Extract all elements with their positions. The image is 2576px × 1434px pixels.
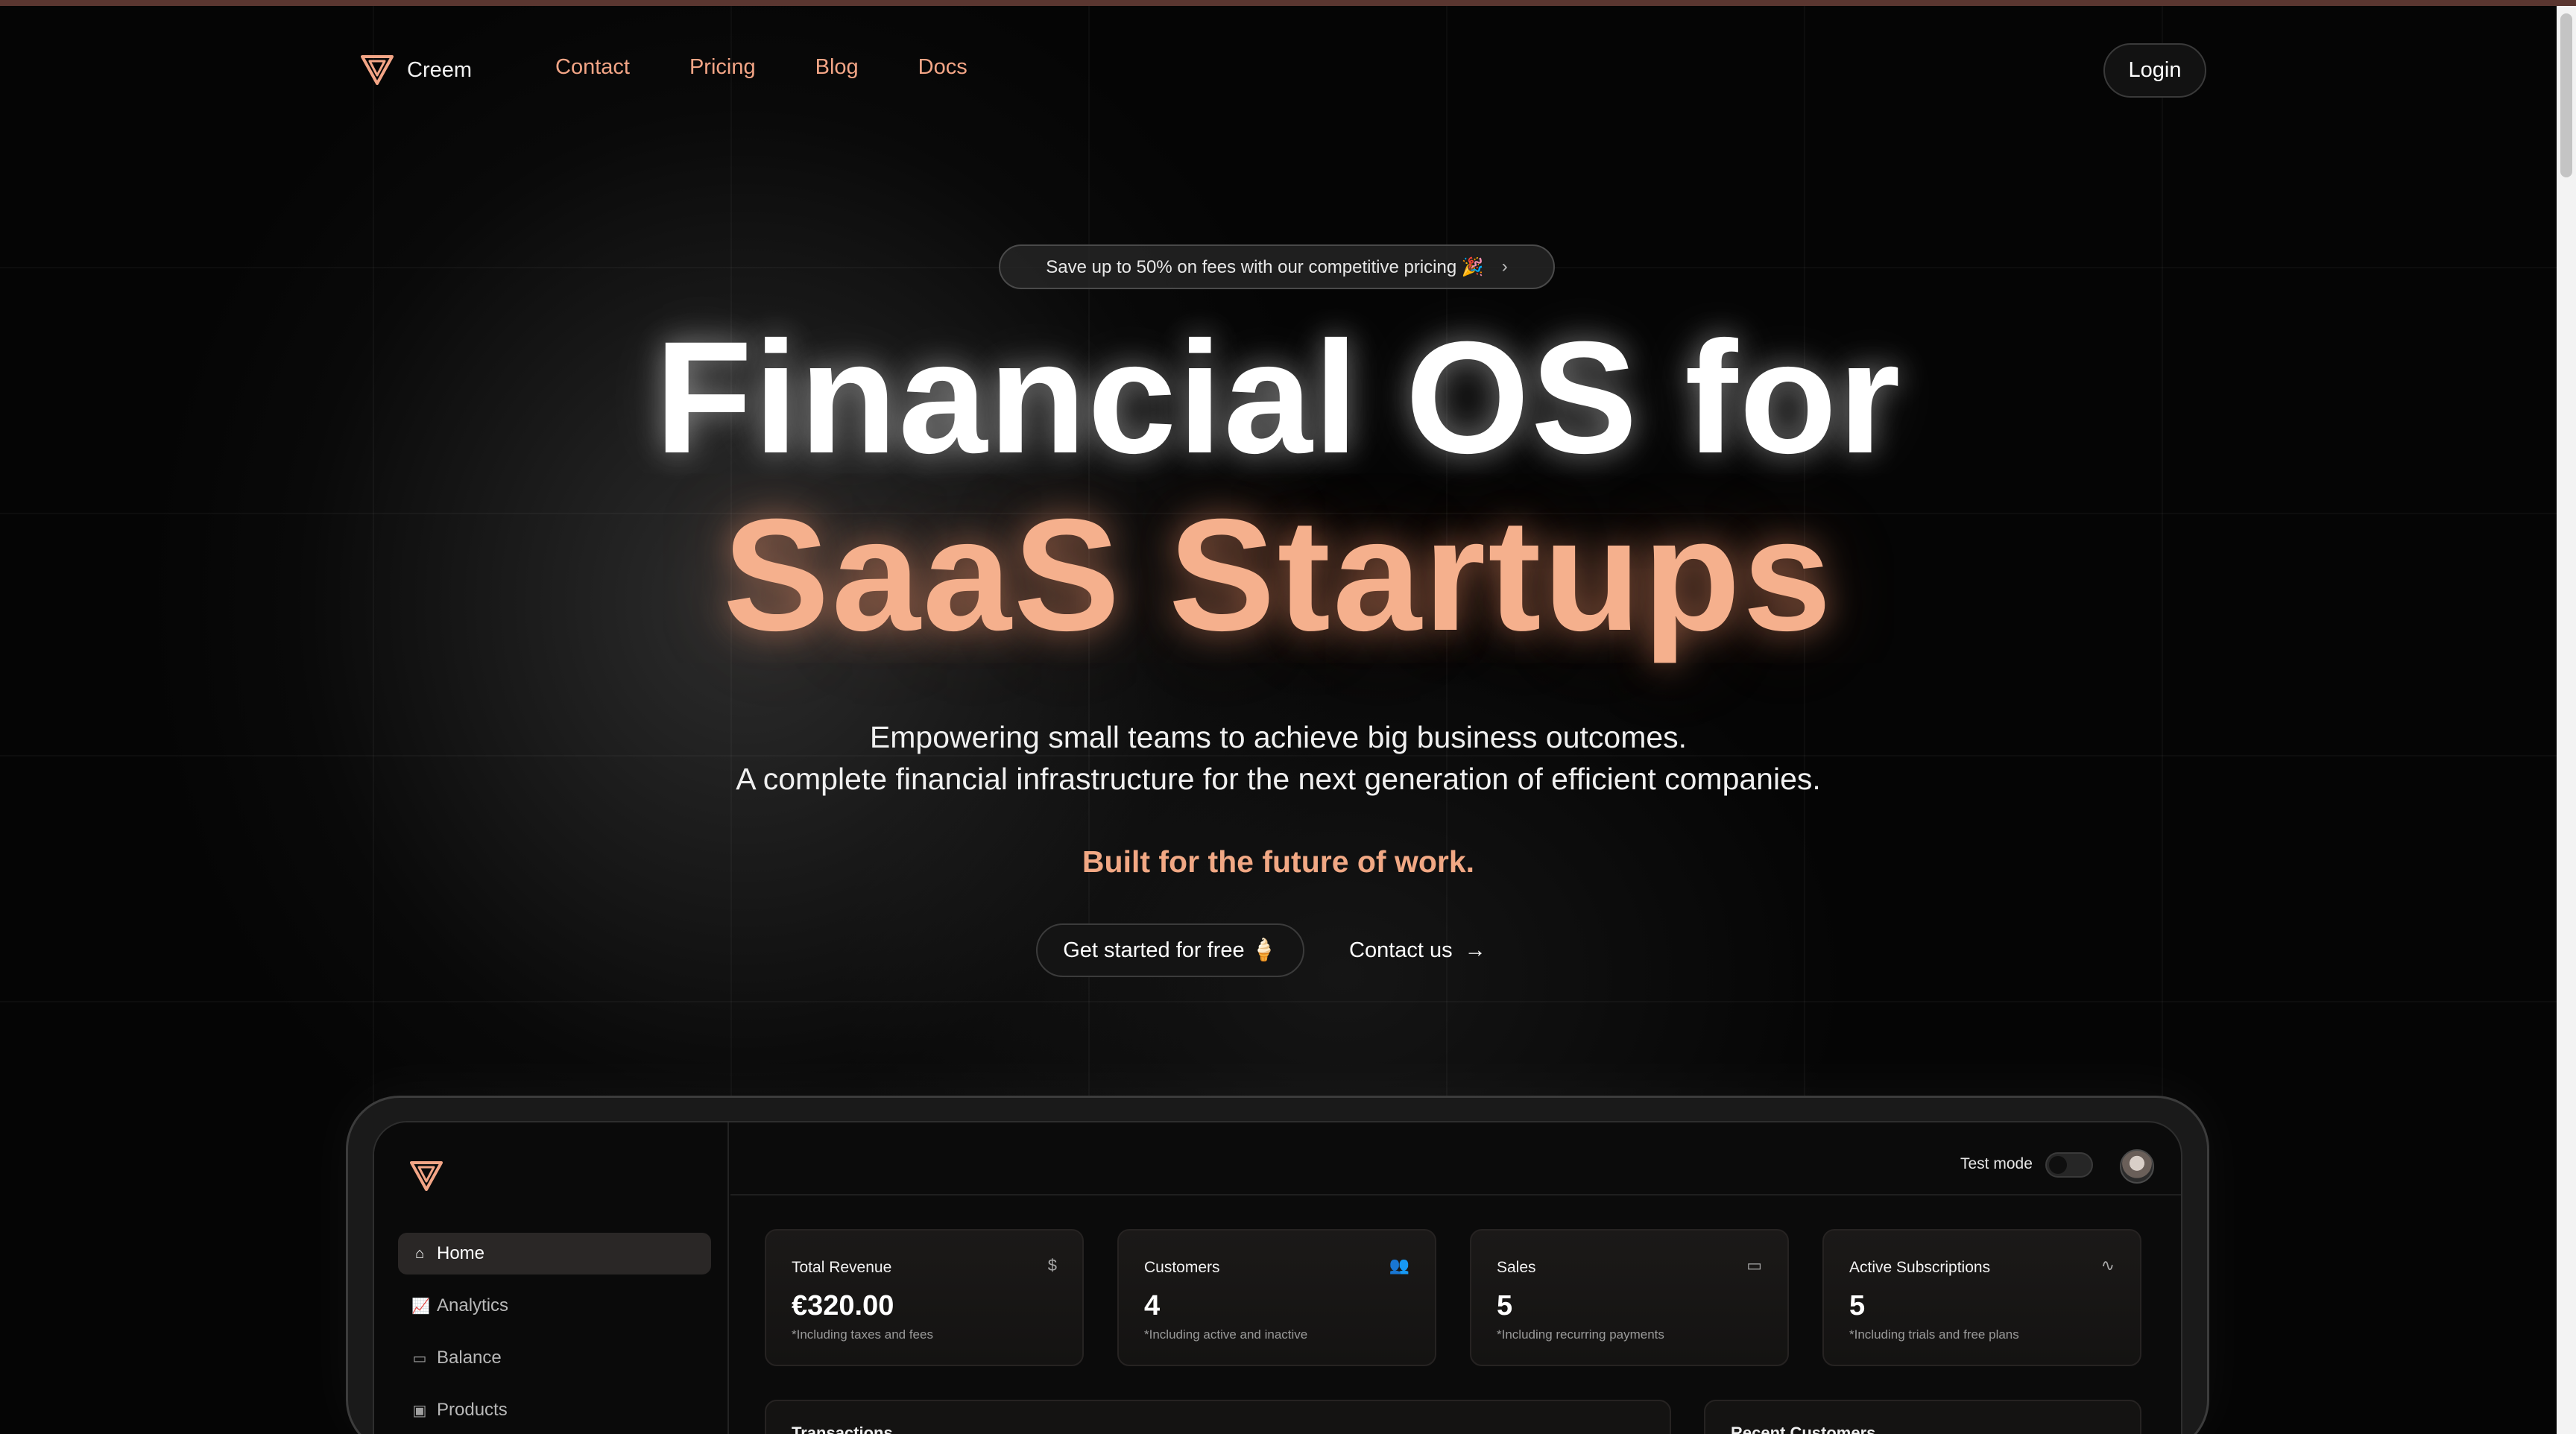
nav-link-docs[interactable]: Docs: [918, 55, 967, 80]
sidebar-item-products[interactable]: ▣ Products: [398, 1389, 711, 1431]
dashboard-logo-icon: [410, 1161, 443, 1195]
contact-us-label: Contact us: [1349, 938, 1453, 962]
dollar-icon: $: [1047, 1256, 1057, 1275]
stat-note: *Including active and inactive: [1144, 1327, 1308, 1342]
stat-value: 5: [1849, 1290, 1866, 1321]
stat-card-total-revenue[interactable]: Total Revenue $ €320.00 *Including taxes…: [765, 1229, 1084, 1366]
hero-subtitle-line1: Empowering small teams to achieve big bu…: [869, 720, 1688, 754]
brand-name: Creem: [407, 57, 473, 82]
get-started-button[interactable]: Get started for free 🍦: [1036, 923, 1304, 977]
credit-card-icon: ▭: [1746, 1256, 1762, 1275]
avatar[interactable]: [2120, 1149, 2154, 1184]
stat-value: 4: [1144, 1290, 1161, 1321]
main-nav: Contact Pricing Blog Docs: [555, 55, 967, 80]
toggle-knob: [2049, 1156, 2067, 1174]
promo-text: Save up to 50% on fees with our competit…: [1046, 256, 1484, 277]
stat-title: Customers: [1144, 1259, 1220, 1276]
test-mode-label: Test mode: [1960, 1155, 2033, 1172]
recent-customers-panel: Recent Customers: [1704, 1400, 2141, 1434]
promo-banner[interactable]: Save up to 50% on fees with our competit…: [999, 244, 1555, 289]
page-scrollbar[interactable]: [2557, 6, 2576, 1434]
browser-top-edge: [0, 0, 2576, 6]
stat-title: Sales: [1497, 1259, 1536, 1276]
stat-value: €320.00: [792, 1290, 894, 1321]
package-icon: ▣: [412, 1402, 427, 1419]
nav-link-blog[interactable]: Blog: [815, 55, 859, 80]
contact-us-link[interactable]: Contact us →: [1349, 923, 1506, 977]
transactions-panel: Transactions: [765, 1400, 1671, 1434]
stat-title: Active Subscriptions: [1849, 1259, 1991, 1276]
activity-icon: ∿: [2100, 1256, 2115, 1275]
stat-title: Total Revenue: [792, 1259, 892, 1276]
dashboard-main: Test mode Total Revenue $ €320.00 *Inclu…: [730, 1122, 2181, 1434]
stat-card-active-subscriptions[interactable]: Active Subscriptions ∿ 5 *Including tria…: [1822, 1229, 2141, 1366]
wallet-icon: ▭: [412, 1350, 427, 1367]
dashboard-sidebar: ⌂ Home 📈 Analytics ▭ Balance ▣ Products: [374, 1122, 729, 1434]
chevron-right-icon: ›: [1501, 256, 1508, 277]
chart-icon: 📈: [411, 1298, 430, 1315]
hero-title-line1: Financial OS for: [654, 309, 1902, 487]
stat-note: *Including taxes and fees: [792, 1327, 933, 1342]
sidebar-item-label: Home: [437, 1243, 485, 1263]
sidebar-item-label: Analytics: [437, 1295, 509, 1315]
home-icon: ⌂: [414, 1245, 425, 1262]
arrow-right-icon: →: [1464, 938, 1486, 962]
stat-note: *Including recurring payments: [1497, 1327, 1664, 1342]
stat-note: *Including trials and free plans: [1849, 1327, 2019, 1342]
sidebar-item-balance[interactable]: ▭ Balance: [398, 1337, 711, 1379]
nav-link-contact[interactable]: Contact: [555, 55, 630, 80]
stat-card-customers[interactable]: Customers 👥 4 *Including active and inac…: [1117, 1229, 1436, 1366]
nav-link-pricing[interactable]: Pricing: [689, 55, 756, 80]
hero-subtitle-line2: A complete financial infrastructure for …: [736, 762, 1821, 796]
panel-title: Transactions: [792, 1424, 893, 1434]
hero-title-line2: SaaS Startups: [723, 486, 1834, 664]
stat-card-sales[interactable]: Sales ▭ 5 *Including recurring payments: [1470, 1229, 1789, 1366]
test-mode-toggle[interactable]: [2045, 1152, 2093, 1178]
creem-logo-icon: [361, 55, 394, 85]
sidebar-item-label: Balance: [437, 1348, 502, 1368]
stat-value: 5: [1497, 1290, 1513, 1321]
sidebar-item-home[interactable]: ⌂ Home: [398, 1233, 711, 1275]
users-icon: 👥: [1389, 1256, 1409, 1275]
hero-tagline: Built for the future of work.: [1082, 844, 1475, 879]
panel-title: Recent Customers: [1731, 1424, 1876, 1434]
login-button[interactable]: Login: [2103, 43, 2206, 98]
dashboard-preview: ⌂ Home 📈 Analytics ▭ Balance ▣ Products …: [373, 1121, 2182, 1434]
scrollbar-thumb[interactable]: [2560, 13, 2572, 177]
brand-logo-link[interactable]: Creem: [361, 49, 510, 91]
dashboard-topbar: Test mode: [730, 1122, 2181, 1195]
sidebar-item-label: Products: [437, 1400, 508, 1420]
sidebar-item-analytics[interactable]: 📈 Analytics: [398, 1285, 711, 1327]
